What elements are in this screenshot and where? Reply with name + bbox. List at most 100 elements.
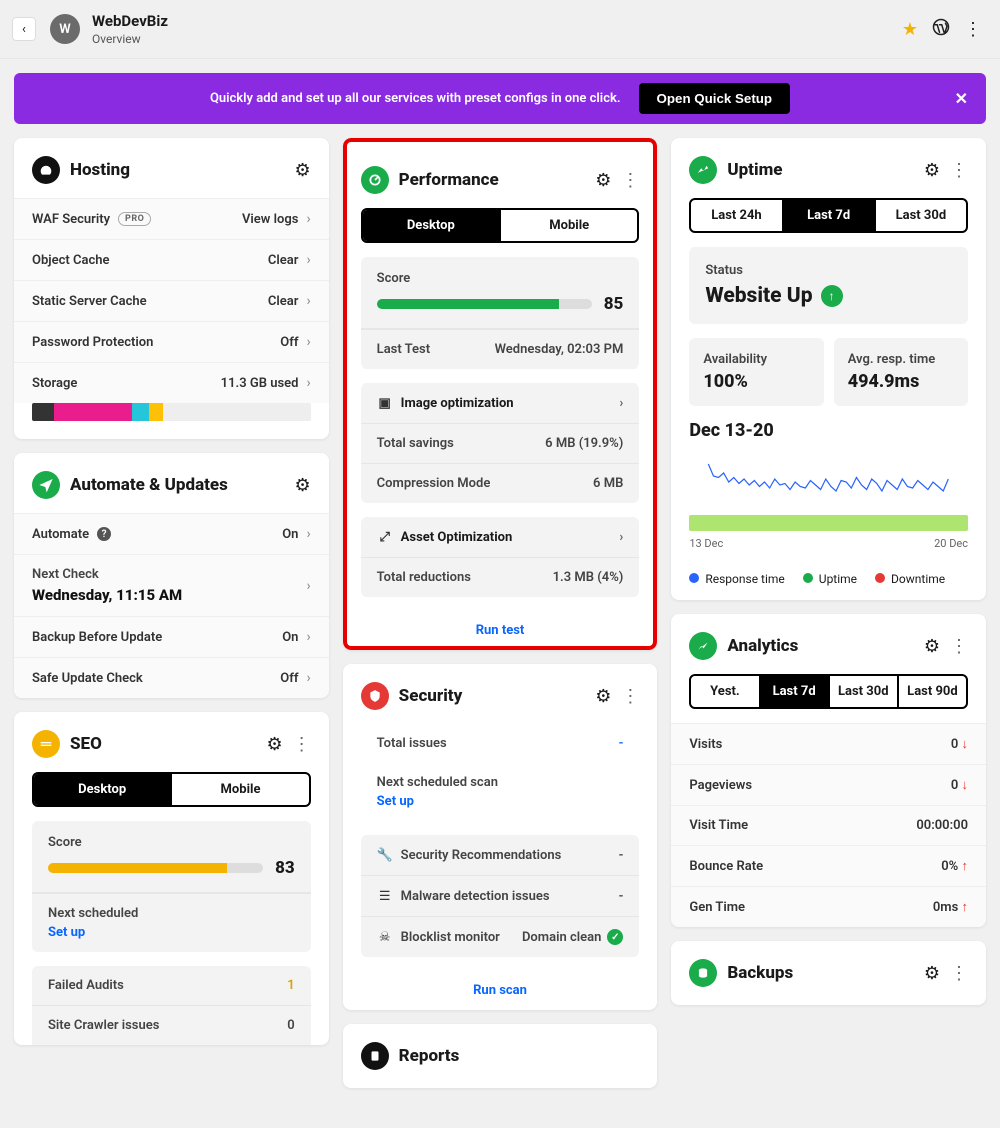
uptime-settings-icon[interactable]: ⚙: [924, 160, 940, 181]
seo-more-icon[interactable]: ⋮: [293, 734, 311, 755]
favorite-star-icon[interactable]: ★: [902, 19, 918, 40]
security-details-box: 🔧 Security Recommendations - ☰ Malware d…: [361, 835, 640, 957]
security-more-icon[interactable]: ⋮: [621, 686, 639, 707]
malware-row[interactable]: ☰ Malware detection issues -: [361, 875, 640, 916]
back-button[interactable]: ‹: [12, 17, 36, 41]
next-scan-row: Next scheduled scan Set up: [361, 763, 640, 821]
seo-next-scheduled-row: Next scheduled Set up: [32, 893, 311, 952]
security-recs-row[interactable]: 🔧 Security Recommendations -: [361, 835, 640, 875]
chevron-right-icon: ›: [306, 211, 310, 227]
more-menu-icon[interactable]: ⋮: [964, 19, 982, 40]
uptime-status-value: Website Up: [705, 284, 812, 308]
next-check-row[interactable]: Next Check Wednesday, 11:15 AM ›: [14, 554, 329, 616]
layers-icon: ☰: [377, 888, 393, 904]
analytics-tab-yest[interactable]: Yest.: [691, 676, 760, 707]
performance-tab-mobile[interactable]: Mobile: [501, 210, 637, 241]
asset-optimization-box: ⤢ Asset Optimization › Total reductions …: [361, 517, 640, 597]
hosting-settings-icon[interactable]: ⚙: [295, 160, 311, 181]
image-optimization-box: ▣ Image optimization › Total savings 6 M…: [361, 383, 640, 503]
chevron-right-icon: ›: [306, 334, 310, 350]
trend-up-icon: ↑: [958, 899, 968, 915]
password-protection-row[interactable]: Password Protection Off ›: [14, 321, 329, 362]
total-issues-row: Total issues -: [361, 724, 640, 763]
visit-time-row: Visit Time 00:00:00: [671, 805, 986, 845]
uptime-uptime-bar: [689, 515, 968, 531]
seo-failed-audits-row[interactable]: Failed Audits 1: [32, 966, 311, 1005]
analytics-card: Analytics ⚙ ⋮ Yest. Last 7d Last 30d Las…: [671, 614, 986, 927]
security-title: Security: [399, 686, 586, 706]
hosting-card: Hosting ⚙ WAF Security PRO View logs › O…: [14, 138, 329, 439]
backups-icon: [689, 959, 717, 987]
seo-tab-desktop[interactable]: Desktop: [34, 774, 172, 805]
wrench-icon: 🔧: [377, 847, 393, 863]
run-scan-link[interactable]: Run scan: [343, 971, 658, 1010]
help-icon[interactable]: ?: [97, 527, 111, 541]
trend-down-icon: ↓: [958, 736, 968, 752]
seo-setup-link[interactable]: Set up: [48, 925, 295, 940]
banner-close-icon[interactable]: ✕: [955, 89, 968, 108]
reports-icon: [361, 1042, 389, 1070]
reports-title: Reports: [399, 1046, 640, 1066]
seo-crawler-row[interactable]: Site Crawler issues 0: [32, 1005, 311, 1045]
chevron-right-icon: ›: [306, 629, 310, 645]
analytics-title: Analytics: [727, 636, 914, 656]
uptime-tab-24h[interactable]: Last 24h: [691, 200, 783, 231]
performance-more-icon[interactable]: ⋮: [621, 170, 639, 191]
chevron-right-icon: ›: [306, 375, 310, 391]
performance-tab-desktop[interactable]: Desktop: [363, 210, 501, 241]
object-cache-row[interactable]: Object Cache Clear ›: [14, 239, 329, 280]
analytics-tab-7d[interactable]: Last 7d: [761, 676, 830, 707]
security-card: Security ⚙ ⋮ Total issues - Next schedul…: [343, 664, 658, 1010]
bounce-rate-row: Bounce Rate 0% ↑: [671, 845, 986, 886]
seo-tab-mobile[interactable]: Mobile: [172, 774, 308, 805]
storage-row[interactable]: Storage 11.3 GB used ›: [14, 362, 329, 403]
security-settings-icon[interactable]: ⚙: [595, 686, 611, 707]
chart-x-end: 20 Dec: [934, 537, 968, 550]
open-quick-setup-button[interactable]: Open Quick Setup: [639, 83, 791, 114]
backups-settings-icon[interactable]: ⚙: [924, 963, 940, 984]
safe-update-row[interactable]: Safe Update Check Off ›: [14, 657, 329, 698]
asset-opt-reductions-row: Total reductions 1.3 MB (4%): [361, 557, 640, 597]
analytics-tab-90d[interactable]: Last 90d: [899, 676, 966, 707]
blocklist-row[interactable]: ☠ Blocklist monitor Domain clean✓: [361, 916, 640, 957]
analytics-settings-icon[interactable]: ⚙: [924, 636, 940, 657]
automate-settings-icon[interactable]: ⚙: [295, 475, 311, 496]
seo-score-row: Score 83: [32, 821, 311, 893]
image-icon: ▣: [377, 395, 393, 411]
automate-toggle-row[interactable]: Automate ? On ›: [14, 513, 329, 554]
uptime-chart: Dec 13-20 13 Dec 20 Dec: [689, 420, 968, 550]
chevron-right-icon: ›: [306, 252, 310, 268]
seo-card: SEO ⚙ ⋮ Desktop Mobile Score 83: [14, 712, 329, 1045]
analytics-more-icon[interactable]: ⋮: [950, 636, 968, 657]
image-opt-header[interactable]: ▣ Image optimization ›: [361, 383, 640, 423]
static-cache-row[interactable]: Static Server Cache Clear ›: [14, 280, 329, 321]
chevron-right-icon: ›: [306, 526, 310, 542]
uptime-legend: Response time Uptime Downtime: [671, 564, 986, 600]
chevron-right-icon: ›: [619, 396, 623, 411]
backups-more-icon[interactable]: ⋮: [950, 963, 968, 984]
uptime-more-icon[interactable]: ⋮: [950, 160, 968, 181]
seo-tabs: Desktop Mobile: [32, 772, 311, 807]
asset-opt-header[interactable]: ⤢ Asset Optimization ›: [361, 517, 640, 557]
uptime-tab-30d[interactable]: Last 30d: [876, 200, 966, 231]
backup-before-update-row[interactable]: Backup Before Update On ›: [14, 616, 329, 657]
security-setup-link[interactable]: Set up: [377, 794, 624, 809]
uptime-tab-7d[interactable]: Last 7d: [784, 200, 876, 231]
wordpress-icon[interactable]: [932, 18, 950, 41]
chevron-right-icon: ›: [306, 293, 310, 309]
seo-title: SEO: [70, 734, 257, 754]
uptime-status-box: Status Website Up ↑: [689, 247, 968, 324]
pro-badge: PRO: [118, 212, 151, 226]
seo-settings-icon[interactable]: ⚙: [267, 734, 283, 755]
backups-card: Backups ⚙ ⋮: [671, 941, 986, 1005]
analytics-tab-30d[interactable]: Last 30d: [830, 676, 899, 707]
run-test-link[interactable]: Run test: [343, 611, 658, 650]
trend-down-icon: ↓: [958, 777, 968, 793]
trend-up-icon: ↑: [958, 858, 968, 874]
check-icon: ✓: [607, 929, 623, 945]
page-subtitle: Overview: [92, 32, 168, 46]
performance-settings-icon[interactable]: ⚙: [595, 170, 611, 191]
performance-tabs: Desktop Mobile: [361, 208, 640, 243]
storage-usage-bar: [32, 403, 311, 421]
waf-row[interactable]: WAF Security PRO View logs ›: [14, 198, 329, 239]
